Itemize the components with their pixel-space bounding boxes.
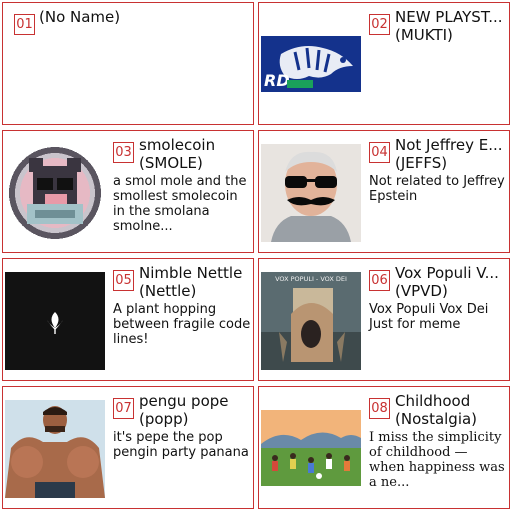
card-number-badge: 05 bbox=[113, 270, 134, 291]
token-card[interactable]: 07 pengu pope (popp) it's pepe the pop p… bbox=[2, 386, 254, 509]
token-description: I miss the simplicity of childhood — whe… bbox=[369, 430, 505, 490]
token-title: Childhood bbox=[395, 392, 471, 410]
token-image bbox=[5, 144, 105, 242]
token-description: it's pepe the pop pengin party panana bbox=[113, 430, 249, 460]
token-title: Nimble Nettle bbox=[139, 264, 243, 282]
card-number-badge: 04 bbox=[369, 142, 390, 163]
token-card[interactable]: 08 Childhood (Nostalgia) I miss the simp… bbox=[258, 386, 510, 509]
token-image: RD bbox=[261, 36, 361, 92]
token-title: Vox Populi V... bbox=[395, 264, 499, 282]
card-number-badge: 03 bbox=[113, 142, 134, 163]
card-number-badge: 06 bbox=[369, 270, 390, 291]
token-ticker: (Nostalgia) bbox=[395, 410, 478, 428]
token-description: Vox Populi Vox Dei Just for meme bbox=[369, 302, 489, 332]
token-ticker: (popp) bbox=[139, 410, 189, 428]
token-description: Not related to Jeffrey Epstein bbox=[369, 174, 505, 204]
token-image: VOX POPULI - VOX DEI bbox=[261, 272, 361, 370]
token-title: smolecoin bbox=[139, 136, 216, 154]
card-number-badge: 08 bbox=[369, 398, 390, 419]
card-number-badge: 02 bbox=[369, 14, 390, 35]
token-card[interactable]: RD 02 NEW PLAYST... (MUKTI) bbox=[258, 2, 510, 125]
token-ticker: (Nettle) bbox=[139, 282, 197, 300]
token-ticker: (VPVD) bbox=[395, 282, 448, 300]
token-card[interactable]: 04 Not Jeffrey E... (JEFFS) Not related … bbox=[258, 130, 510, 253]
token-card[interactable]: 03 smolecoin (SMOLE) a smol mole and the… bbox=[2, 130, 254, 253]
card-number-badge: 07 bbox=[113, 398, 134, 419]
token-card[interactable]: 01 (No Name) bbox=[2, 2, 254, 125]
token-title: pengu pope bbox=[139, 392, 229, 410]
svg-text:RD: RD bbox=[264, 71, 290, 90]
token-description: a smol mole and the smollest smolecoin i… bbox=[113, 174, 247, 234]
token-image bbox=[261, 410, 361, 486]
token-card[interactable]: VOX POPULI - VOX DEI 06 Vox Populi V... … bbox=[258, 258, 510, 381]
token-title: Not Jeffrey E... bbox=[395, 136, 503, 154]
token-image bbox=[5, 272, 105, 370]
token-title: (No Name) bbox=[39, 8, 121, 26]
token-description: A plant hopping between fragile code lin… bbox=[113, 302, 251, 347]
token-ticker: (SMOLE) bbox=[139, 154, 203, 172]
token-ticker: (JEFFS) bbox=[395, 154, 448, 172]
token-image bbox=[261, 144, 361, 242]
token-card[interactable]: 05 Nimble Nettle (Nettle) A plant hoppin… bbox=[2, 258, 254, 381]
token-ticker: (MUKTI) bbox=[395, 26, 453, 44]
token-image bbox=[5, 400, 105, 498]
card-number-badge: 01 bbox=[14, 14, 35, 35]
token-title: NEW PLAYST... bbox=[395, 8, 503, 26]
poster-caption: VOX POPULI - VOX DEI bbox=[275, 275, 347, 283]
